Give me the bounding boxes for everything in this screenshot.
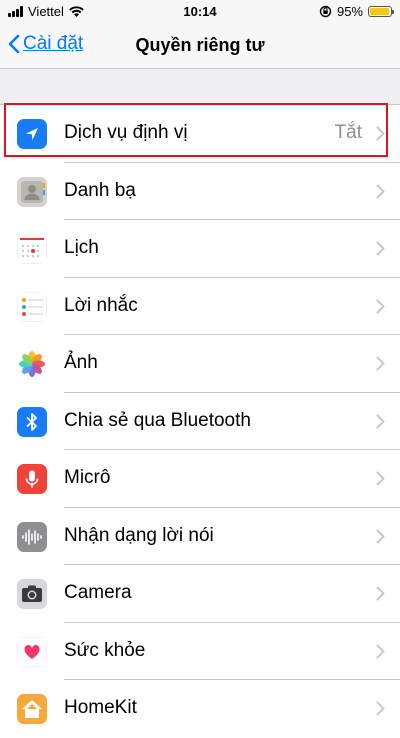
list-item[interactable]: Dịch vụ định vị Tắt xyxy=(0,105,400,163)
list-item-label: Micrô xyxy=(64,467,111,488)
status-right: 95% xyxy=(319,4,394,19)
contacts-icon xyxy=(17,176,47,207)
chevron-right-icon xyxy=(376,701,385,716)
disclosure-indicator xyxy=(376,126,385,146)
list-item-label: HomeKit xyxy=(64,697,137,718)
health-heart-icon xyxy=(17,636,47,667)
status-bar: Viettel 10:14 95% xyxy=(0,0,400,24)
calendar-icon xyxy=(17,234,47,264)
chevron-right-icon xyxy=(376,644,385,658)
chevron-right-icon xyxy=(376,126,385,141)
list-item-value: Tắt xyxy=(334,122,362,143)
list-item-label: Dịch vụ định vị xyxy=(64,122,188,143)
list-item[interactable]: Nhận dạng lời nói xyxy=(0,508,400,565)
disclosure-indicator xyxy=(376,414,385,434)
camera-icon xyxy=(17,579,47,609)
chevron-right-icon xyxy=(376,241,385,256)
photos-icon xyxy=(17,349,47,379)
microphone-icon xyxy=(17,464,47,494)
list-item-label: Chia sẻ qua Bluetooth xyxy=(64,409,251,431)
privacy-settings-list: Dịch vụ định vị Tắt Danh bạ Lịch Lời nhắc Ảnh… xyxy=(0,104,400,738)
list-item[interactable]: Micrô xyxy=(0,450,400,508)
disclosure-indicator xyxy=(376,471,385,491)
home-icon xyxy=(17,694,47,724)
chevron-right-icon xyxy=(376,299,385,313)
disclosure-indicator xyxy=(376,184,385,204)
disclosure-indicator xyxy=(376,241,385,261)
chevron-right-icon xyxy=(376,529,385,543)
bluetooth-icon xyxy=(17,406,47,437)
disclosure-indicator xyxy=(376,356,385,376)
disclosure-indicator xyxy=(376,529,385,549)
list-item-label: Danh bạ xyxy=(64,179,136,201)
reminders-icon xyxy=(17,291,47,322)
list-item-label: Camera xyxy=(64,582,132,603)
page-title: Quyền riêng tư xyxy=(135,35,265,55)
list-item[interactable]: Camera xyxy=(0,565,400,623)
disclosure-indicator xyxy=(376,586,385,606)
list-item[interactable]: HomeKit xyxy=(0,680,400,738)
speech-waveform-icon xyxy=(17,521,47,552)
battery-icon xyxy=(368,6,394,17)
list-item[interactable]: Lời nhắc xyxy=(0,278,400,335)
disclosure-indicator xyxy=(376,701,385,721)
chevron-right-icon xyxy=(376,414,385,428)
orientation-lock-icon xyxy=(319,5,332,18)
chevron-right-icon xyxy=(376,184,385,198)
list-item[interactable]: Chia sẻ qua Bluetooth xyxy=(0,393,400,450)
location-arrow-icon xyxy=(17,119,47,149)
list-item-label: Nhận dạng lời nói xyxy=(64,524,214,546)
list-item-label: Sức khỏe xyxy=(64,639,146,661)
list-item-label: Ảnh xyxy=(64,352,98,373)
disclosure-indicator xyxy=(376,299,385,319)
navigation-bar: Cài đặt Quyền riêng tư xyxy=(0,24,400,69)
list-item-label: Lịch xyxy=(64,237,99,258)
chevron-right-icon xyxy=(376,356,385,371)
list-item[interactable]: Lịch xyxy=(0,220,400,278)
chevron-right-icon xyxy=(376,471,385,486)
list-item[interactable]: Danh bạ xyxy=(0,163,400,220)
disclosure-indicator xyxy=(376,644,385,664)
battery-percent: 95% xyxy=(336,4,363,19)
list-item-label: Lời nhắc xyxy=(64,294,138,316)
battery-level xyxy=(370,8,389,15)
list-item[interactable]: Ảnh xyxy=(0,335,400,393)
list-item[interactable]: Sức khỏe xyxy=(0,623,400,680)
chevron-right-icon xyxy=(376,586,385,601)
